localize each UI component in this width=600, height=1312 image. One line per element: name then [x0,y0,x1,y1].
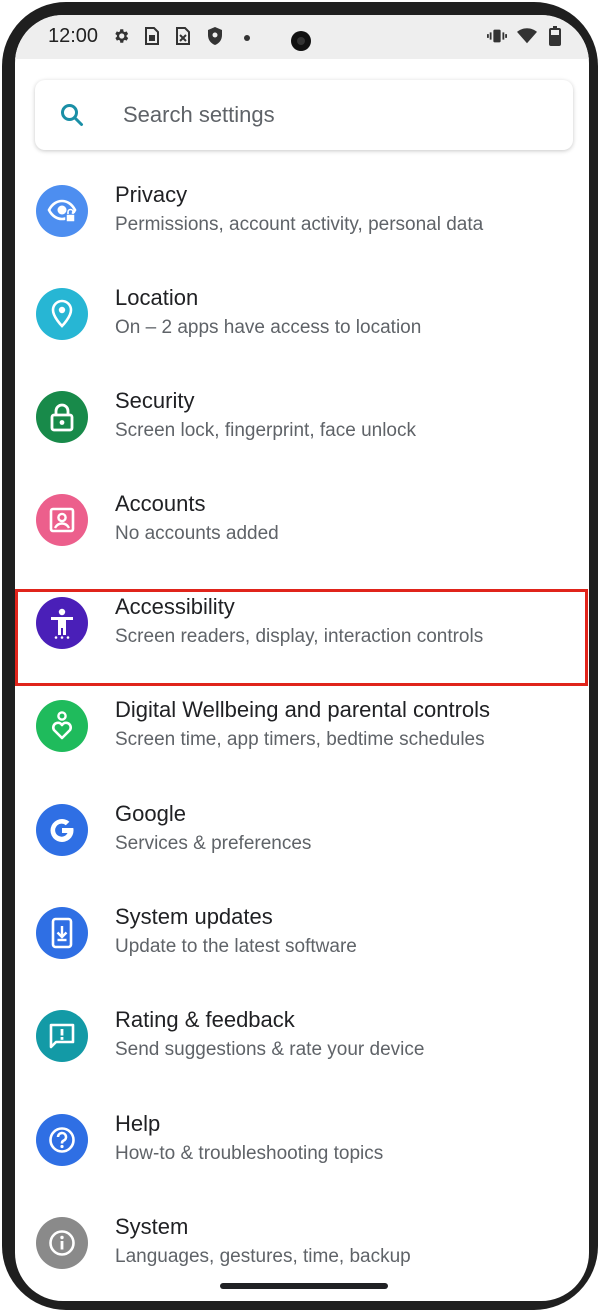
settings-item-title: Location [115,285,199,310]
settings-item-title: System updates [115,904,273,929]
settings-item-title: Accounts [115,491,206,516]
settings-item-title: Google [115,801,186,826]
front-camera [291,31,311,51]
settings-item-privacy[interactable]: Privacy Permissions, account activity, p… [15,166,589,262]
sim-card-icon [142,26,162,46]
settings-item-title: Rating & feedback [115,1007,295,1032]
account-box-icon [36,494,88,546]
help-icon [36,1114,88,1166]
gesture-navigation-bar[interactable] [220,1283,388,1289]
settings-item-system-updates[interactable]: System updates Update to the latest soft… [15,888,589,984]
settings-item-subtitle: How-to & troubleshooting topics [115,1143,384,1164]
shield-icon [205,26,225,46]
settings-item-rating-feedback[interactable]: Rating & feedback Send suggestions & rat… [15,991,589,1087]
settings-item-subtitle: Permissions, account activity, personal … [115,214,484,235]
settings-item-title: Security [115,388,195,413]
info-icon [36,1217,88,1269]
feedback-icon [36,1010,88,1062]
settings-item-digital-wellbeing[interactable]: Digital Wellbeing and parental controls … [15,681,589,777]
wellbeing-heart-icon [36,700,88,752]
settings-item-google[interactable]: Google Services & preferences [15,785,589,881]
google-g-icon [36,804,88,856]
lock-icon [36,391,88,443]
search-icon [61,104,83,126]
settings-item-title: System [115,1214,189,1239]
gear-icon [111,26,131,46]
settings-item-title: Digital Wellbeing and parental controls [115,697,491,722]
settings-item-help[interactable]: Help How-to & troubleshooting topics [15,1095,589,1191]
search-placeholder: Search settings [123,102,275,127]
settings-item-system[interactable]: System Languages, gestures, time, backup [15,1198,589,1294]
screen: 12:00 Search settings Privacy Permission… [15,15,589,1301]
settings-item-subtitle: On – 2 apps have access to location [115,317,422,338]
wifi-icon [517,26,537,46]
accessibility-highlight-box [15,589,588,686]
battery-icon [545,26,565,46]
settings-item-subtitle: Languages, gestures, time, backup [115,1246,411,1267]
settings-item-accounts[interactable]: Accounts No accounts added [15,475,589,571]
settings-item-subtitle: Screen lock, fingerprint, face unlock [115,420,416,441]
settings-item-location[interactable]: Location On – 2 apps have access to loca… [15,269,589,365]
system-update-icon [36,907,88,959]
settings-item-subtitle: Send suggestions & rate your device [115,1039,425,1060]
settings-item-subtitle: Update to the latest software [115,936,357,957]
settings-item-title: Help [115,1111,161,1136]
vibrate-icon [487,26,507,46]
settings-item-subtitle: No accounts added [115,523,279,544]
settings-item-subtitle: Screen time, app timers, bedtime schedul… [115,729,485,750]
settings-item-subtitle: Services & preferences [115,833,312,854]
location-pin-icon [36,288,88,340]
privacy-eye-icon [36,185,88,237]
status-time: 12:00 [48,25,99,47]
search-bar[interactable]: Search settings [35,80,573,150]
sim-card-blocked-icon [173,26,193,46]
phone-frame: 12:00 Search settings Privacy Permission… [2,2,598,1310]
settings-item-security[interactable]: Security Screen lock, fingerprint, face … [15,372,589,468]
status-bar: 12:00 [15,15,589,59]
settings-item-title: Privacy [115,182,188,207]
notification-dot [244,35,250,41]
